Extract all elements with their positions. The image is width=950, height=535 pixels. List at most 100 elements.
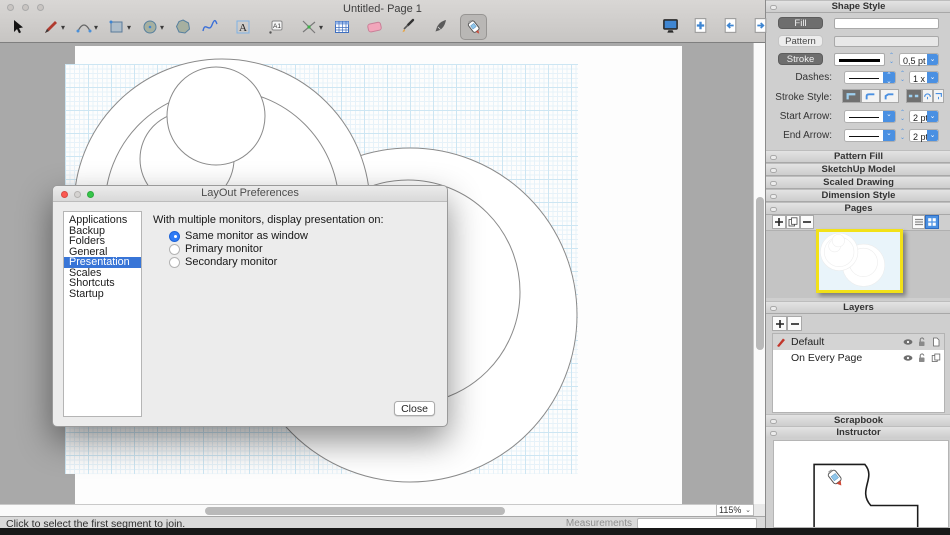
layer-shared-pages-icon[interactable]	[931, 353, 941, 363]
tool-angle[interactable]	[295, 14, 322, 40]
zoom-window-button[interactable]	[87, 191, 94, 198]
pages-grid-view-button[interactable]	[925, 215, 939, 229]
cap-butt-button[interactable]	[906, 89, 922, 103]
tool-arc[interactable]	[70, 14, 97, 40]
radio-selected-icon[interactable]	[169, 231, 180, 242]
tool-circle[interactable]	[136, 14, 163, 40]
list-item-selected[interactable]: Presentation	[64, 257, 141, 268]
cap-round-button[interactable]	[922, 89, 933, 103]
corner-bevel-button[interactable]	[880, 89, 899, 103]
table-icon	[333, 18, 351, 36]
section-header-pattern-fill[interactable]: Pattern Fill	[766, 150, 950, 163]
dashes-pattern-dropdown[interactable]: ⌃⌄	[844, 71, 896, 84]
close-window-button[interactable]	[61, 191, 68, 198]
collapse-knob-icon[interactable]	[770, 5, 777, 10]
radio-label: Secondary monitor	[185, 256, 277, 268]
tool-freehand[interactable]	[196, 14, 223, 40]
dashes-scale-stepper[interactable]: ⌃⌄	[898, 71, 907, 84]
remove-layer-button[interactable]	[787, 316, 802, 331]
tool-eraser[interactable]	[361, 14, 388, 40]
layer-row-on-every-page[interactable]: On Every Page	[773, 350, 944, 366]
section-header-shape-style[interactable]: Shape Style	[766, 0, 950, 13]
radio-unselected-icon[interactable]	[169, 257, 180, 268]
collapse-knob-icon[interactable]	[770, 155, 777, 160]
next-page-button[interactable]	[750, 15, 771, 36]
radio-unselected-icon[interactable]	[169, 244, 180, 255]
collapse-knob-icon[interactable]	[770, 431, 777, 436]
radio-same-monitor[interactable]: Same monitor as window	[169, 230, 308, 242]
close-button[interactable]: Close	[394, 401, 435, 416]
section-header-sketchup-model[interactable]: SketchUp Model	[766, 163, 950, 176]
section-header-scaled-drawing[interactable]: Scaled Drawing	[766, 176, 950, 189]
stroke-width-dropdown[interactable]: 0,5 pt⌄	[899, 53, 939, 66]
tool-join[interactable]	[460, 14, 487, 40]
fill-color-well[interactable]	[834, 18, 939, 29]
remove-page-button[interactable]	[800, 215, 814, 229]
pages-list-view-button[interactable]	[912, 215, 925, 229]
preferences-category-list[interactable]: Applications Backup Folders General Pres…	[63, 211, 142, 417]
layer-row-default[interactable]: Default	[773, 334, 944, 350]
list-item[interactable]: Startup	[64, 289, 141, 300]
pattern-toggle-button[interactable]: Pattern	[778, 35, 823, 47]
add-page-button[interactable]	[690, 15, 711, 36]
fill-toggle-button[interactable]: Fill	[778, 17, 823, 29]
duplicate-page-button[interactable]	[786, 215, 800, 229]
pattern-well[interactable]	[834, 36, 939, 47]
layer-page-icon[interactable]	[931, 337, 941, 347]
stroke-width-stepper[interactable]: ⌃⌄	[887, 53, 896, 66]
start-arrow-stepper[interactable]: ⌃⌄	[898, 110, 907, 123]
horizontal-scrollbar-thumb[interactable]	[205, 507, 505, 515]
dashes-scale-dropdown[interactable]: 1 x⌄	[909, 71, 939, 84]
start-arrow-size-dropdown[interactable]: 2 pt⌄	[909, 110, 939, 123]
cap-square-button[interactable]	[933, 89, 944, 103]
dialog-title-bar[interactable]: LayOut Preferences	[53, 186, 447, 202]
layer-lock-icon[interactable]	[917, 353, 927, 363]
section-header-layers[interactable]: Layers	[766, 301, 950, 314]
end-arrow-stepper[interactable]: ⌃⌄	[898, 129, 907, 142]
start-arrow-dropdown[interactable]: ⌄	[844, 110, 896, 123]
collapse-knob-icon[interactable]	[770, 181, 777, 186]
pattern-row: Pattern	[766, 35, 950, 49]
layer-visibility-eye-icon[interactable]	[903, 353, 913, 363]
dashes-label: Dashes:	[766, 72, 832, 83]
layer-lock-icon[interactable]	[917, 337, 927, 347]
collapse-knob-icon[interactable]	[770, 168, 777, 173]
previous-page-button[interactable]	[720, 15, 741, 36]
corner-miter-button[interactable]	[842, 89, 861, 103]
end-arrow-dropdown[interactable]: ⌄	[844, 129, 896, 142]
collapse-knob-icon[interactable]	[770, 419, 777, 424]
radio-primary-monitor[interactable]: Primary monitor	[169, 243, 263, 255]
list-item[interactable]: Shortcuts	[64, 278, 141, 289]
collapse-knob-icon[interactable]	[770, 207, 777, 212]
tool-polygon[interactable]	[169, 14, 196, 40]
start-presentation-button[interactable]	[660, 15, 681, 36]
radio-secondary-monitor[interactable]: Secondary monitor	[169, 256, 277, 268]
page-thumbnail-selected[interactable]	[816, 229, 903, 293]
collapse-knob-icon[interactable]	[770, 194, 777, 199]
add-layer-button[interactable]	[772, 316, 787, 331]
list-item[interactable]: Applications	[64, 215, 141, 226]
tool-label[interactable]: A1	[262, 14, 289, 40]
tool-select[interactable]	[4, 14, 31, 40]
collapse-knob-icon[interactable]	[770, 306, 777, 311]
tool-text[interactable]: A	[229, 14, 256, 40]
tool-rectangle[interactable]	[103, 14, 130, 40]
vertical-scrollbar[interactable]	[753, 43, 765, 504]
zoom-level-dropdown[interactable]: 115%⌄	[716, 504, 754, 516]
corner-round-button[interactable]	[861, 89, 880, 103]
end-arrow-size-dropdown[interactable]: 2 pt⌄	[909, 129, 939, 142]
stroke-preview-well[interactable]	[834, 53, 885, 66]
stroke-toggle-button[interactable]: Stroke	[778, 53, 823, 65]
list-item[interactable]: Folders	[64, 236, 141, 247]
vertical-scrollbar-thumb[interactable]	[756, 197, 764, 350]
section-header-pages[interactable]: Pages	[766, 202, 950, 215]
instructor-preview	[773, 440, 949, 528]
tool-line[interactable]	[37, 14, 64, 40]
add-page-list-button[interactable]	[772, 215, 786, 229]
tool-table[interactable]	[328, 14, 355, 40]
section-header-dimension-style[interactable]: Dimension Style	[766, 189, 950, 202]
tool-style-eyedropper[interactable]	[394, 14, 421, 40]
layer-visibility-eye-icon[interactable]	[903, 337, 913, 347]
tool-pen[interactable]	[427, 14, 454, 40]
horizontal-scrollbar[interactable]	[0, 504, 716, 516]
